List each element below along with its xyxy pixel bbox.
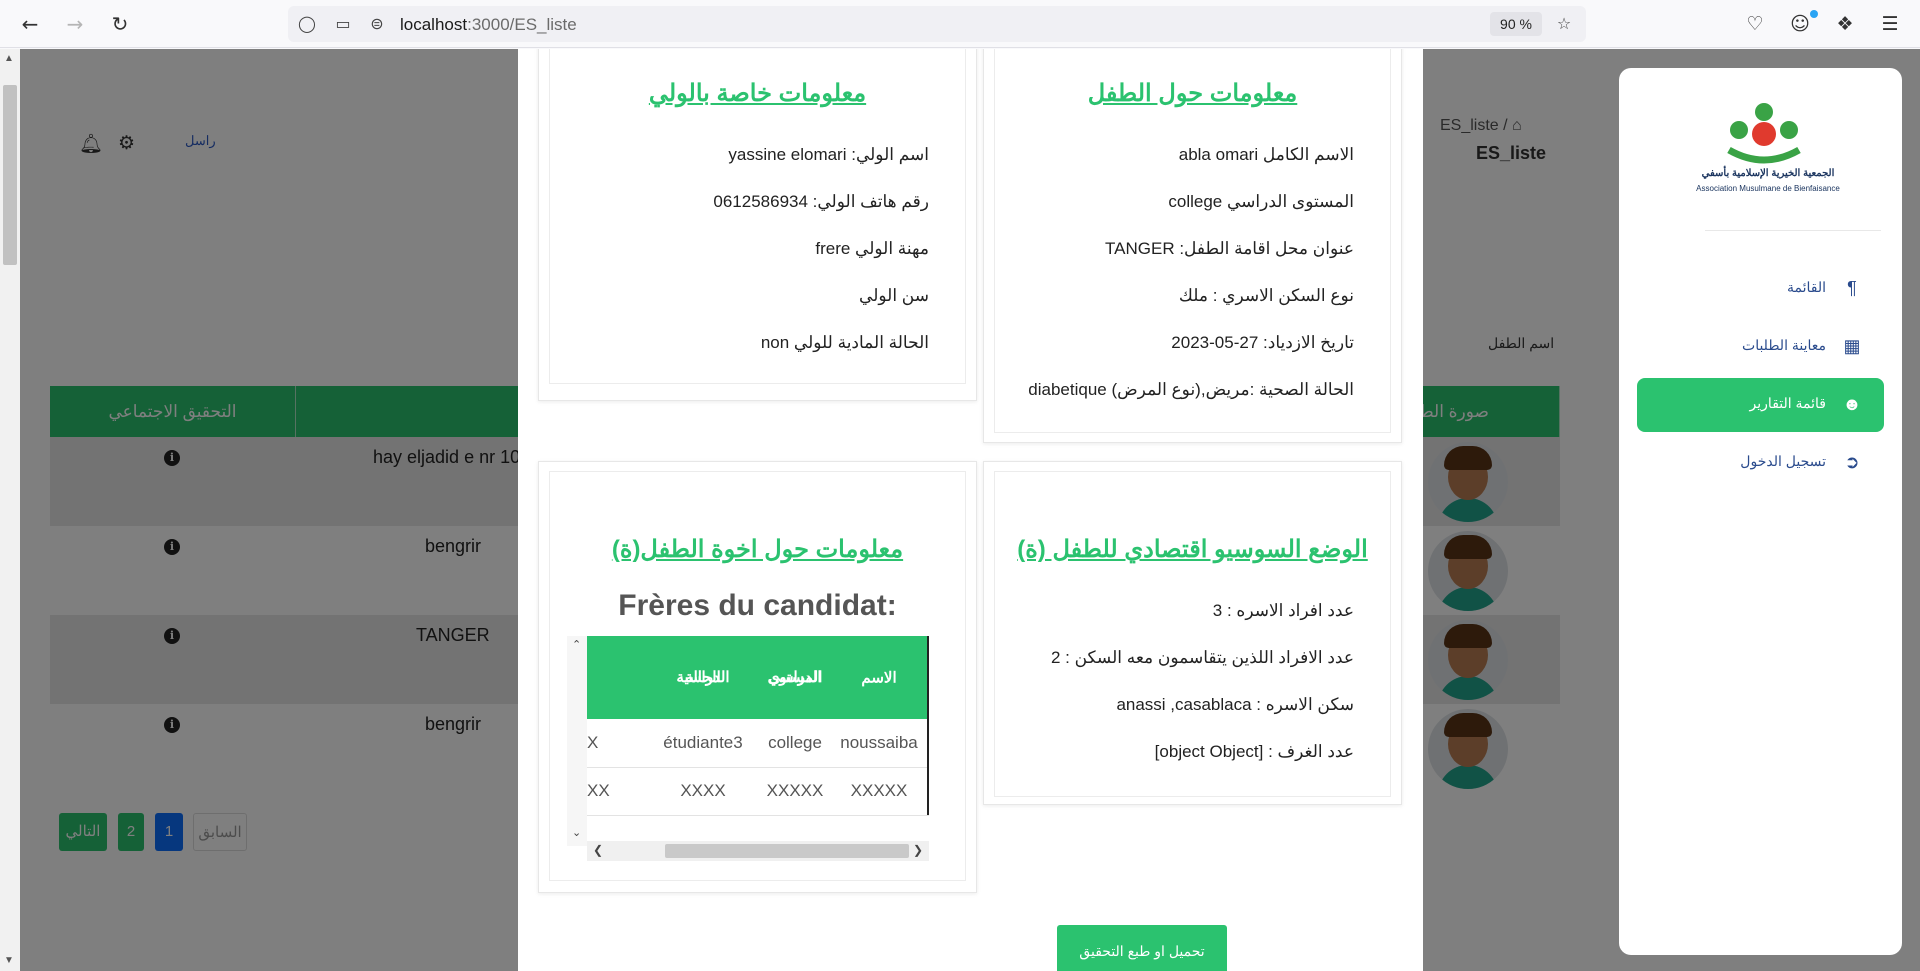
- back-icon[interactable]: ←: [16, 10, 44, 38]
- logo-emblem-icon: [1727, 103, 1801, 164]
- sibling-header-level: المستوى الدراسي: [751, 636, 839, 719]
- zoom-indicator[interactable]: 90 %: [1490, 12, 1542, 36]
- scroll-down-icon[interactable]: ▼: [4, 955, 14, 966]
- family-residence: سكن الاسره : anassi ,casablaca: [1116, 695, 1354, 714]
- sibling-cell: X: [587, 733, 599, 752]
- socio-economic-card: الوضع السوسيو اقتصادي للطفل (ة) عدد افرا…: [983, 461, 1402, 805]
- menu-icon[interactable]: ☰: [1876, 10, 1904, 38]
- sibling-cell: XXXX: [680, 781, 726, 800]
- scroll-up-icon[interactable]: ▲: [4, 53, 14, 64]
- socio-title: الوضع السوسيو اقتصادي للطفل (ة): [1017, 536, 1368, 563]
- siblings-title: معلومات حول اخوة الطفل(ة): [611, 536, 904, 563]
- chevron-left-icon[interactable]: ❮: [593, 843, 603, 857]
- sidebar-item-label: تسجيل الدخول: [1740, 453, 1826, 469]
- guardian-phone: رقم هاتف الولي: 0612586934: [713, 192, 929, 211]
- child-full-name: الاسم الكامل abla omari: [1178, 145, 1354, 164]
- scrollbar-thumb[interactable]: [3, 85, 17, 265]
- login-icon: ➲: [1844, 452, 1860, 472]
- address-bar[interactable]: ◯ ▭ ⊜ localhost:3000/ES_liste 90 % ☆: [288, 6, 1586, 42]
- forward-icon[interactable]: →: [61, 10, 89, 38]
- chevron-down-icon[interactable]: ⌄: [572, 826, 581, 839]
- sibling-cell: XX: [587, 781, 610, 800]
- guardian-name: اسم الولي: yassine elomari: [728, 145, 929, 164]
- page-icon[interactable]: ▭: [332, 13, 354, 35]
- user-icon: ☻: [1842, 394, 1862, 414]
- reload-icon[interactable]: ↻: [106, 10, 134, 38]
- family-members: عدد افراد الاسره : 3: [1212, 601, 1354, 620]
- divider: [1705, 230, 1881, 231]
- logo-french-text: Association Musulmane de Bienfaisance: [1696, 184, 1840, 193]
- guardian-job: مهنة الولي frere: [815, 239, 929, 258]
- star-icon[interactable]: ☆: [1553, 13, 1575, 35]
- dashboard-icon: ▦: [1843, 336, 1861, 356]
- guardian-financial: الحالة المادية للولي non: [760, 333, 929, 352]
- guardian-title: معلومات خاصة بالولي: [648, 80, 867, 107]
- sidebar-item-requests[interactable]: معاينة الطلبات ▦: [1637, 320, 1884, 374]
- siblings-subtitle: Frères du candidat:: [618, 589, 897, 622]
- child-title: معلومات حول الطفل: [1087, 80, 1298, 107]
- child-address: عنوان محل اقامة الطفل: TANGER: [1105, 239, 1354, 258]
- pocket-icon[interactable]: ♡: [1741, 10, 1769, 38]
- browser-toolbar: ← → ↻ ◯ ▭ ⊜ localhost:3000/ES_liste 90 %…: [0, 0, 1920, 48]
- notification-dot: [1810, 10, 1818, 18]
- sidebar-item-label: معاينة الطلبات: [1742, 337, 1826, 353]
- permissions-icon[interactable]: ⊜: [366, 13, 388, 35]
- sibling-cell: XXXXX: [850, 781, 908, 800]
- paragraph-icon: ¶: [1847, 278, 1857, 298]
- extensions-icon[interactable]: ❖: [1831, 10, 1859, 38]
- child-health: الحالة الصحية :مريض,(نوع المرض) diabetiq…: [1028, 380, 1354, 399]
- siblings-horizontal-scrollbar[interactable]: ❮ ❯: [587, 841, 929, 861]
- page: ▲ ▼ 🔔︎ ⚙︎ راسل ES_liste / ⌂ ES_liste اسم…: [0, 49, 1920, 971]
- logo-arabic-text: الجمعية الخيرية الإسلامية بأسفي: [1701, 168, 1835, 179]
- sidebar-item-reports[interactable]: قائمة التقارير ☻: [1637, 378, 1884, 432]
- sharing-members: عدد الافراد اللذين يتقاسمون معه السكن : …: [1050, 648, 1354, 667]
- guardian-card: معلومات خاصة بالولي اسم الولي: yassine e…: [538, 49, 977, 401]
- sibling-header-status: الحالة الدراسية: [655, 636, 751, 719]
- child-birth-date: تاريخ الازدياد: 27-05-2023: [1171, 333, 1354, 352]
- child-card: معلومات حول الطفل الاسم الكامل abla omar…: [983, 49, 1402, 443]
- sibling-cell: college: [768, 733, 822, 752]
- print-report-button[interactable]: تحميل او طبع التحقيق: [1057, 925, 1227, 971]
- chevron-up-icon[interactable]: ⌃: [572, 638, 581, 651]
- url-text[interactable]: localhost:3000/ES_liste: [400, 15, 577, 35]
- sidebar-item-label: القائمة: [1787, 279, 1826, 295]
- siblings-table[interactable]: الحالةالدراسية المستوىالدراسي الاسم # X …: [567, 636, 929, 869]
- guardian-age: سن الولي: [859, 286, 929, 305]
- sibling-cell: noussaiba: [840, 733, 918, 752]
- row-divider: [587, 815, 929, 816]
- logo: الجمعية الخيرية الإسلامية بأسفي Associat…: [1696, 98, 1840, 208]
- chevron-right-icon[interactable]: ❯: [913, 843, 923, 857]
- shield-icon[interactable]: ◯: [296, 13, 318, 35]
- scrollbar-thumb[interactable]: [665, 844, 909, 858]
- sidebar-item-list[interactable]: القائمة ¶: [1637, 262, 1884, 316]
- siblings-vertical-scrollbar[interactable]: ⌃ ⌄: [567, 636, 587, 846]
- room-count: عدد الغرف : [object Object]: [1154, 742, 1354, 761]
- sidebar-item-login[interactable]: تسجيل الدخول ➲: [1637, 436, 1884, 490]
- sibling-header-extra: [587, 636, 655, 719]
- child-housing: نوع السكن الاسري : ملك: [1178, 286, 1354, 305]
- sibling-header-name: الاسم: [839, 636, 919, 719]
- child-level: المستوى الدراسي college: [1168, 192, 1354, 211]
- sibling-cell: XXXXX: [766, 781, 824, 800]
- row-divider: [587, 767, 929, 768]
- sidebar-item-label: قائمة التقارير: [1749, 395, 1826, 411]
- sibling-cell: étudiante3: [663, 733, 743, 752]
- page-scrollbar[interactable]: ▲ ▼: [0, 49, 20, 971]
- sidebar: الجمعية الخيرية الإسلامية بأسفي Associat…: [1619, 68, 1902, 955]
- table-border: [927, 636, 929, 815]
